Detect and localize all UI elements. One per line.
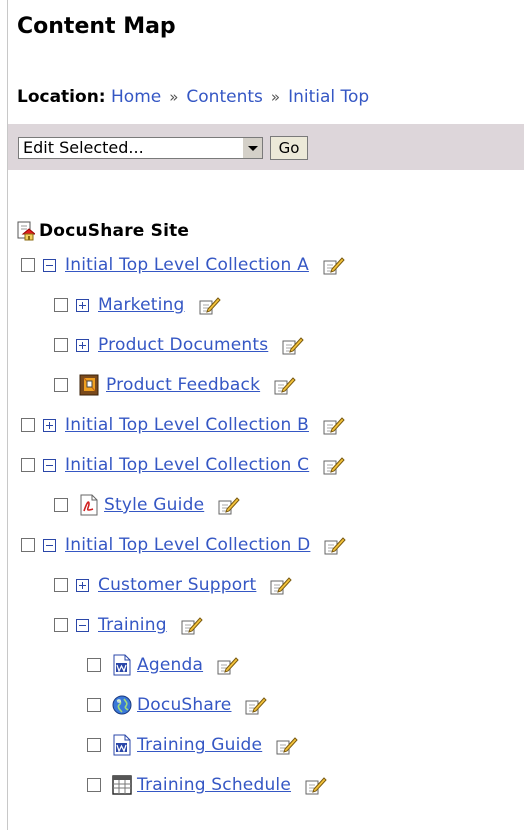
edit-properties-icon[interactable] — [305, 775, 327, 795]
expand-icon[interactable] — [76, 298, 89, 312]
breadcrumb-contents-link[interactable]: Contents — [186, 87, 262, 107]
tree-item-link[interactable]: Initial Top Level Collection D — [65, 535, 310, 555]
select-checkbox[interactable] — [54, 338, 68, 352]
breadcrumb: Location: Home » Contents » Initial Top — [17, 87, 369, 107]
tree-item: Training — [54, 614, 203, 636]
select-checkbox[interactable] — [87, 738, 101, 752]
tree-item-link[interactable]: DocuShare — [137, 695, 231, 715]
action-select-value: Edit Selected... — [23, 138, 144, 157]
edit-properties-icon[interactable] — [270, 575, 293, 595]
select-checkbox[interactable] — [87, 658, 101, 672]
tree-item: Style Guide — [54, 494, 240, 516]
tree-item-link[interactable]: Product Feedback — [106, 375, 260, 395]
dropdown-arrow-icon[interactable] — [242, 138, 262, 158]
breadcrumb-separator: » — [169, 88, 179, 106]
expand-icon[interactable] — [76, 338, 89, 352]
action-toolbar: Edit Selected... Go — [8, 124, 524, 170]
select-checkbox[interactable] — [54, 498, 68, 512]
action-select[interactable]: Edit Selected... — [18, 137, 263, 159]
tree-item-link[interactable]: Customer Support — [98, 575, 256, 595]
site-home-icon — [17, 221, 35, 241]
tree-item-link[interactable]: Initial Top Level Collection C — [65, 455, 309, 475]
select-checkbox[interactable] — [54, 618, 68, 632]
select-checkbox[interactable] — [54, 578, 68, 592]
tree-item: Initial Top Level Collection B — [21, 414, 345, 436]
tree-item-link[interactable]: Style Guide — [104, 495, 204, 515]
bulletin-board-icon — [79, 374, 99, 396]
edit-properties-icon[interactable] — [282, 335, 304, 355]
tree-item: Training Schedule — [87, 774, 327, 796]
select-checkbox[interactable] — [54, 378, 68, 392]
tree-item: Initial Top Level Collection C — [21, 454, 345, 476]
tree-item: DocuShare — [87, 694, 268, 716]
tree-item-link[interactable]: Product Documents — [98, 335, 268, 355]
tree-item: Initial Top Level Collection A — [21, 254, 345, 276]
tree-item-link[interactable]: Marketing — [98, 295, 185, 315]
expand-icon[interactable] — [76, 578, 89, 592]
tree-item: Initial Top Level Collection D — [21, 534, 347, 556]
tree-root-label: DocuShare Site — [39, 221, 190, 241]
edit-properties-icon[interactable] — [276, 735, 298, 755]
expand-icon[interactable] — [43, 418, 56, 432]
collapse-icon[interactable] — [43, 538, 56, 552]
select-checkbox[interactable] — [87, 778, 101, 792]
select-checkbox[interactable] — [87, 698, 101, 712]
tree-item-link[interactable]: Initial Top Level Collection B — [65, 415, 309, 435]
edit-properties-icon[interactable] — [245, 695, 268, 715]
select-checkbox[interactable] — [21, 458, 35, 472]
edit-properties-icon[interactable] — [199, 295, 221, 315]
tree-item: Product Documents — [54, 334, 304, 356]
pdf-icon — [80, 494, 98, 516]
word-doc-icon — [113, 734, 131, 756]
breadcrumb-initial-top-link[interactable]: Initial Top — [288, 87, 369, 107]
edit-properties-icon[interactable] — [324, 535, 347, 555]
tree-item: Marketing — [54, 294, 221, 316]
breadcrumb-separator: » — [270, 88, 281, 106]
edit-properties-icon[interactable] — [217, 655, 239, 675]
edit-properties-icon[interactable] — [323, 415, 345, 435]
collapse-icon[interactable] — [43, 258, 56, 272]
location-label: Location: — [17, 87, 106, 107]
globe-icon — [112, 695, 132, 715]
tree-item: Product Feedback — [54, 374, 296, 396]
edit-properties-icon[interactable] — [323, 255, 345, 275]
select-checkbox[interactable] — [54, 298, 68, 312]
select-checkbox[interactable] — [21, 538, 35, 552]
tree-root: DocuShare Site — [17, 220, 189, 242]
tree-item: Customer Support — [54, 574, 293, 596]
select-checkbox[interactable] — [21, 258, 35, 272]
collapse-icon[interactable] — [43, 458, 56, 472]
edit-properties-icon[interactable] — [218, 495, 240, 515]
edit-properties-icon[interactable] — [274, 375, 296, 395]
tree-item-link[interactable]: Training — [98, 615, 167, 635]
edit-properties-icon[interactable] — [323, 455, 345, 475]
tree-item-link[interactable]: Agenda — [137, 655, 203, 675]
tree-item-link[interactable]: Training Schedule — [137, 775, 291, 795]
breadcrumb-home-link[interactable]: Home — [111, 87, 161, 107]
tree-item-link[interactable]: Training Guide — [137, 735, 262, 755]
page-title: Content Map — [17, 14, 176, 39]
tree-item: Agenda — [87, 654, 239, 676]
edit-properties-icon[interactable] — [181, 615, 203, 635]
collapse-icon[interactable] — [76, 618, 89, 632]
word-doc-icon — [113, 654, 131, 676]
tree-item: Training Guide — [87, 734, 298, 756]
select-checkbox[interactable] — [21, 418, 35, 432]
go-button[interactable]: Go — [270, 136, 308, 160]
tree-item-link[interactable]: Initial Top Level Collection A — [65, 255, 309, 275]
calendar-icon — [112, 775, 132, 795]
